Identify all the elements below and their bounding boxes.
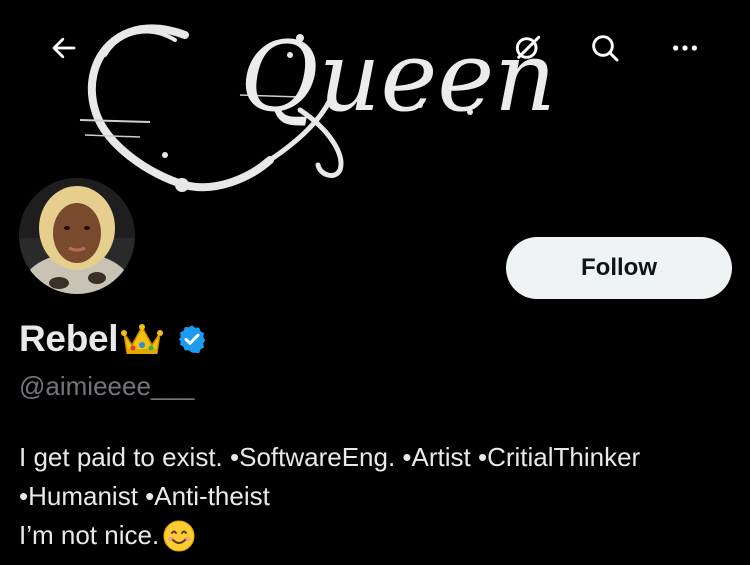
follow-button[interactable]: Follow	[506, 237, 732, 299]
search-icon	[592, 35, 619, 62]
bio-line: I get paid to exist. •SoftwareEng. •Arti…	[19, 442, 641, 472]
grok-button[interactable]	[506, 26, 550, 70]
more-horizontal-icon	[673, 45, 697, 51]
bio-line-with-emoji: I’m not nice.	[19, 516, 729, 555]
arrow-left-icon	[52, 37, 76, 59]
profile-name-row: Rebel	[19, 318, 208, 360]
search-button[interactable]	[583, 26, 627, 70]
avatar-photo	[19, 178, 135, 294]
back-button[interactable]	[42, 26, 86, 70]
smiling-face-emoji	[163, 520, 195, 551]
profile-handle: @aimieeee___	[19, 371, 195, 401]
bio-line: I’m not nice.	[19, 520, 160, 550]
crown-emoji	[121, 324, 164, 354]
profile-bio: I get paid to exist. •SoftwareEng. •Arti…	[19, 438, 729, 555]
grok-icon	[515, 35, 541, 59]
queen-banner-art: Queen	[79, 21, 556, 192]
profile-banner[interactable]: Queen	[0, 0, 750, 205]
verified-badge-icon[interactable]	[176, 323, 208, 355]
more-button[interactable]	[663, 26, 707, 70]
avatar[interactable]	[17, 176, 137, 296]
bio-line: •Humanist •Anti-theist	[19, 481, 270, 511]
display-name: Rebel	[19, 318, 119, 359]
